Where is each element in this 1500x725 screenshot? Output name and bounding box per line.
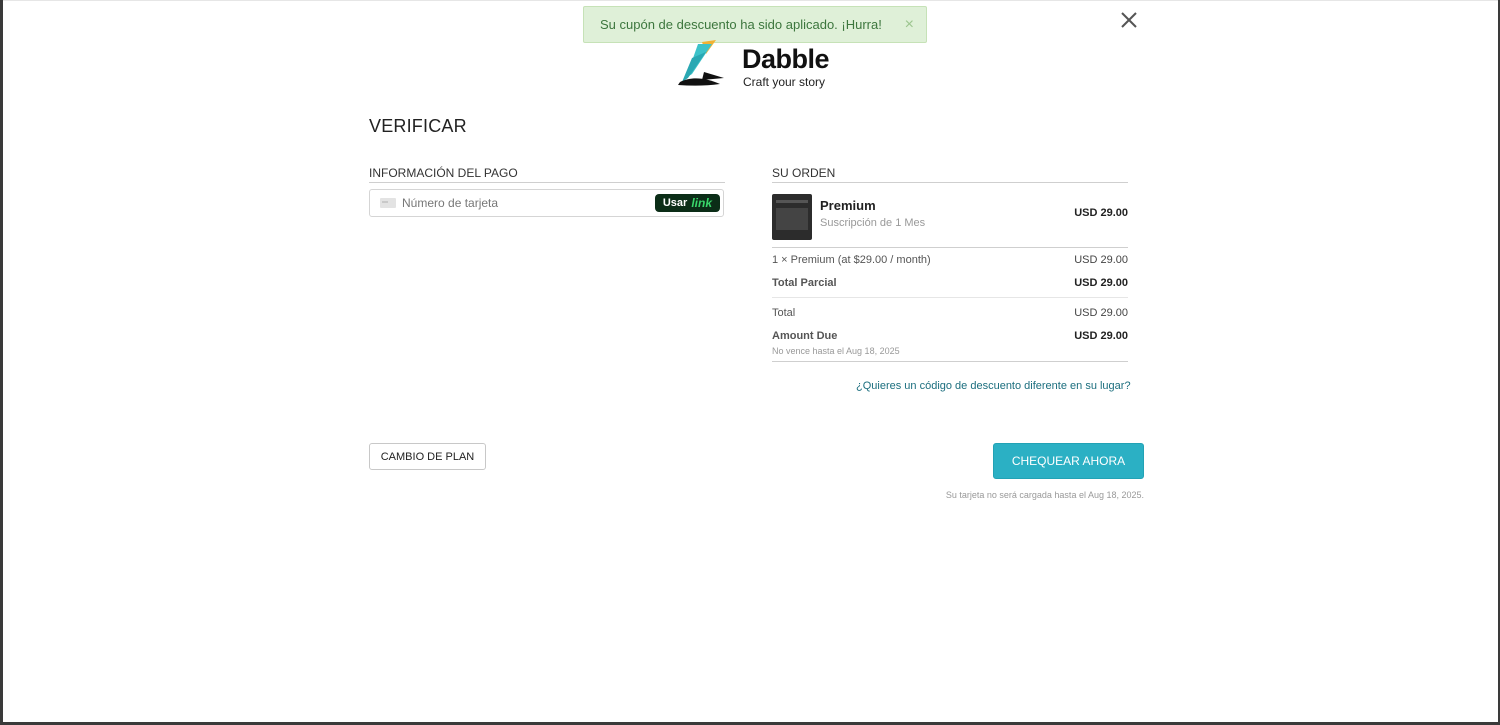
toast-close-icon[interactable]: × — [905, 16, 914, 34]
frame-top — [0, 0, 1500, 1]
order-divider-subtotal — [772, 297, 1128, 298]
credit-card-icon — [380, 198, 396, 208]
card-number-placeholder: Número de tarjeta — [402, 196, 499, 210]
payment-divider — [369, 182, 725, 183]
total-value: USD 29.00 — [1074, 307, 1128, 319]
order-section-label: SU ORDEN — [772, 166, 836, 180]
toast-message: Su cupón de descuento ha sido aplicado. … — [600, 17, 882, 32]
product-price: USD 29.00 — [1074, 207, 1128, 219]
product-name: Premium — [820, 198, 876, 213]
order-divider-items — [772, 247, 1128, 248]
due-date-note: No vence hasta el Aug 18, 2025 — [772, 346, 900, 356]
dabble-logo: Dabble Craft your story — [676, 38, 846, 90]
order-divider-top — [772, 182, 1128, 183]
quill-logo-icon — [678, 40, 724, 86]
card-number-field[interactable]: Número de tarjeta Usar link — [369, 189, 724, 217]
subtotal-label: Total Parcial — [772, 277, 837, 289]
close-icon[interactable] — [1118, 9, 1140, 31]
order-divider-bottom — [772, 361, 1128, 362]
amount-due-value: USD 29.00 — [1074, 330, 1128, 342]
window-frame-left — [0, 0, 3, 725]
use-link-prefix: Usar — [662, 197, 688, 209]
page-title: VERIFICAR — [369, 116, 467, 136]
brand-tagline: Craft your story — [743, 75, 826, 89]
charge-date-note: Su tarjeta no será cargada hasta el Aug … — [945, 490, 1144, 500]
total-label: Total — [772, 307, 796, 319]
product-thumbnail — [772, 194, 812, 240]
payment-section-label: INFORMACIÓN DEL PAGO — [369, 166, 518, 180]
amount-due-label: Amount Due — [772, 330, 838, 342]
brand-name: Dabble — [742, 44, 830, 74]
change-plan-button[interactable]: CAMBIO DE PLAN — [369, 443, 486, 470]
checkout-now-button[interactable]: CHEQUEAR AHORA — [993, 443, 1144, 479]
line-item-label: 1 × Premium (at $29.00 / month) — [772, 254, 931, 266]
line-item-price: USD 29.00 — [1074, 254, 1128, 266]
subtotal-value: USD 29.00 — [1074, 277, 1128, 289]
use-link-button[interactable]: Usar link — [654, 194, 720, 212]
different-discount-link[interactable]: ¿Quieres un código de descuento diferent… — [856, 380, 1131, 392]
link-brand-label: link — [691, 196, 712, 210]
product-subtitle: Suscripción de 1 Mes — [820, 217, 926, 229]
